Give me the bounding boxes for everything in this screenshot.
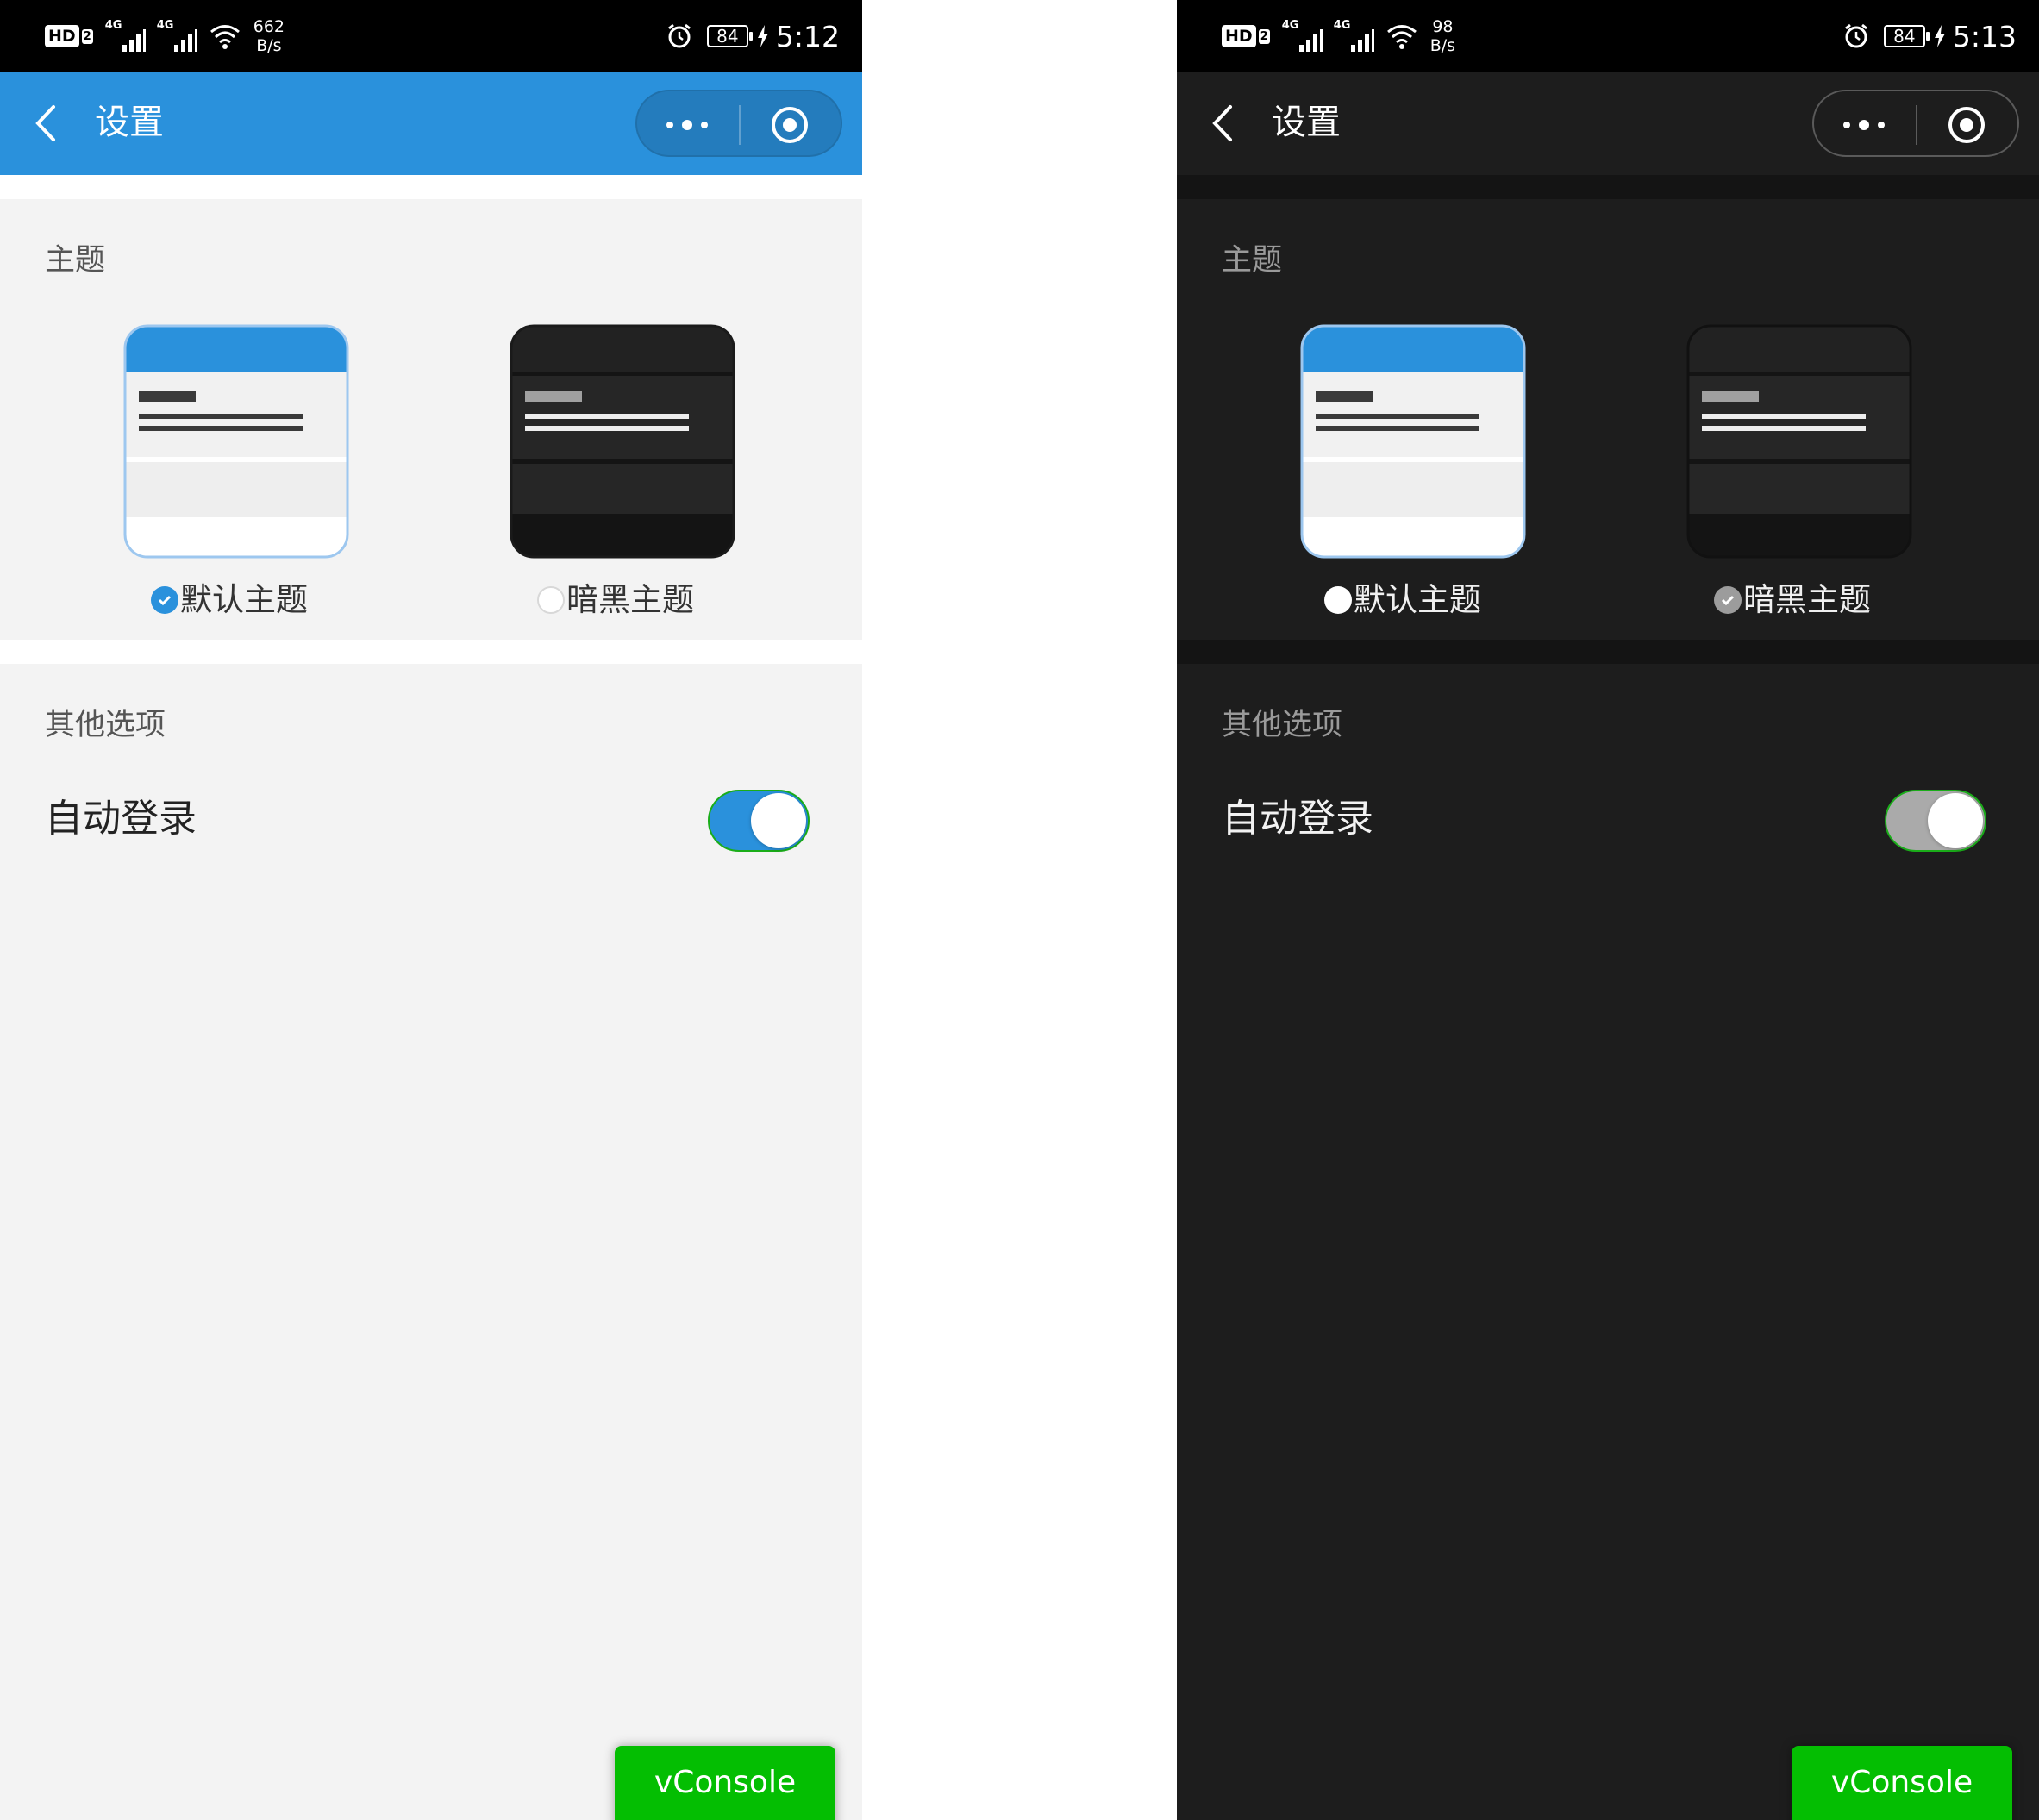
clock: 5:13	[1952, 19, 2017, 53]
status-bar: HD 2 4G 4G 662 B/s 84 5:12	[0, 0, 862, 72]
other-options-title: 其他选项	[1222, 708, 1343, 742]
network-speed: 662 B/s	[253, 17, 285, 55]
vconsole-button[interactable]: vConsole	[1792, 1746, 2012, 1820]
signal-icon: 4G	[1282, 19, 1323, 53]
mini-program-capsule	[1812, 90, 2019, 157]
dark-theme-screen: HD 2 4G 4G 98 B/s 84 5:13 设置 主题 默认主题 暗黑主…	[1177, 0, 2039, 1820]
dark-theme-label: 暗黑主题	[566, 581, 694, 618]
hd-indicator: HD 2	[45, 25, 93, 47]
back-chevron-icon[interactable]	[1206, 102, 1241, 145]
check-icon	[158, 595, 172, 606]
nav-bar: 设置	[0, 72, 862, 175]
theme-section-title: 主题	[45, 243, 106, 278]
clock: 5:12	[775, 19, 840, 53]
default-theme-preview[interactable]	[123, 324, 349, 559]
charging-bolt-icon	[1934, 25, 1945, 47]
signal-icon: 4G	[157, 19, 197, 53]
radio-checked[interactable]	[1714, 586, 1742, 614]
section-divider	[0, 640, 862, 664]
light-theme-screen: HD 2 4G 4G 662 B/s 84 5:12 设置 主题 默认主题 暗黑…	[0, 0, 862, 1820]
dark-theme-preview[interactable]	[510, 324, 735, 559]
radio-unchecked[interactable]	[537, 586, 565, 614]
auto-login-label: 自动登录	[1222, 797, 1373, 841]
hd-indicator: HD 2	[1222, 25, 1270, 47]
more-dots-icon[interactable]	[1840, 113, 1888, 137]
capsule-divider	[739, 105, 741, 145]
dark-theme-option[interactable]: 暗黑主题	[537, 576, 694, 624]
dark-theme-preview[interactable]	[1686, 324, 1912, 559]
wifi-icon	[210, 25, 240, 49]
auto-login-label: 自动登录	[45, 797, 197, 841]
default-theme-preview[interactable]	[1300, 324, 1526, 559]
default-theme-option[interactable]: 默认主题	[1324, 576, 1481, 624]
switch-knob	[1928, 793, 1983, 848]
wifi-icon	[1386, 25, 1417, 49]
alarm-icon	[1844, 23, 1867, 48]
switch-knob	[751, 793, 806, 848]
other-options-title: 其他选项	[45, 708, 166, 742]
battery-icon: 84	[1883, 25, 1930, 47]
default-theme-label: 默认主题	[1354, 581, 1481, 618]
charging-bolt-icon	[757, 25, 768, 47]
radio-checked[interactable]	[151, 586, 178, 614]
alarm-icon	[667, 23, 691, 48]
close-target-icon[interactable]	[770, 105, 810, 145]
status-bar: HD 2 4G 4G 98 B/s 84 5:13	[1177, 0, 2039, 72]
battery-icon: 84	[706, 25, 753, 47]
auto-login-switch[interactable]	[708, 790, 810, 852]
page-title: 设置	[95, 103, 164, 142]
vconsole-button[interactable]: vConsole	[615, 1746, 835, 1820]
default-theme-label: 默认主题	[180, 581, 308, 618]
dark-theme-label: 暗黑主题	[1743, 581, 1871, 618]
dark-theme-option[interactable]: 暗黑主题	[1714, 576, 1871, 624]
check-icon	[1721, 595, 1735, 606]
section-divider	[0, 175, 862, 199]
more-dots-icon[interactable]	[663, 113, 711, 137]
network-speed: 98 B/s	[1429, 17, 1456, 55]
page-title: 设置	[1272, 103, 1341, 142]
default-theme-option[interactable]: 默认主题	[151, 576, 308, 624]
back-chevron-icon[interactable]	[29, 102, 64, 145]
section-divider	[1177, 640, 2039, 664]
radio-unchecked[interactable]	[1324, 586, 1352, 614]
theme-section-title: 主题	[1222, 243, 1283, 278]
mini-program-capsule	[635, 90, 842, 157]
signal-icon: 4G	[1334, 19, 1374, 53]
signal-icon: 4G	[105, 19, 146, 53]
auto-login-switch[interactable]	[1885, 790, 1986, 852]
section-divider	[1177, 175, 2039, 199]
close-target-icon[interactable]	[1947, 105, 1986, 145]
nav-bar: 设置	[1177, 72, 2039, 175]
capsule-divider	[1916, 105, 1917, 145]
